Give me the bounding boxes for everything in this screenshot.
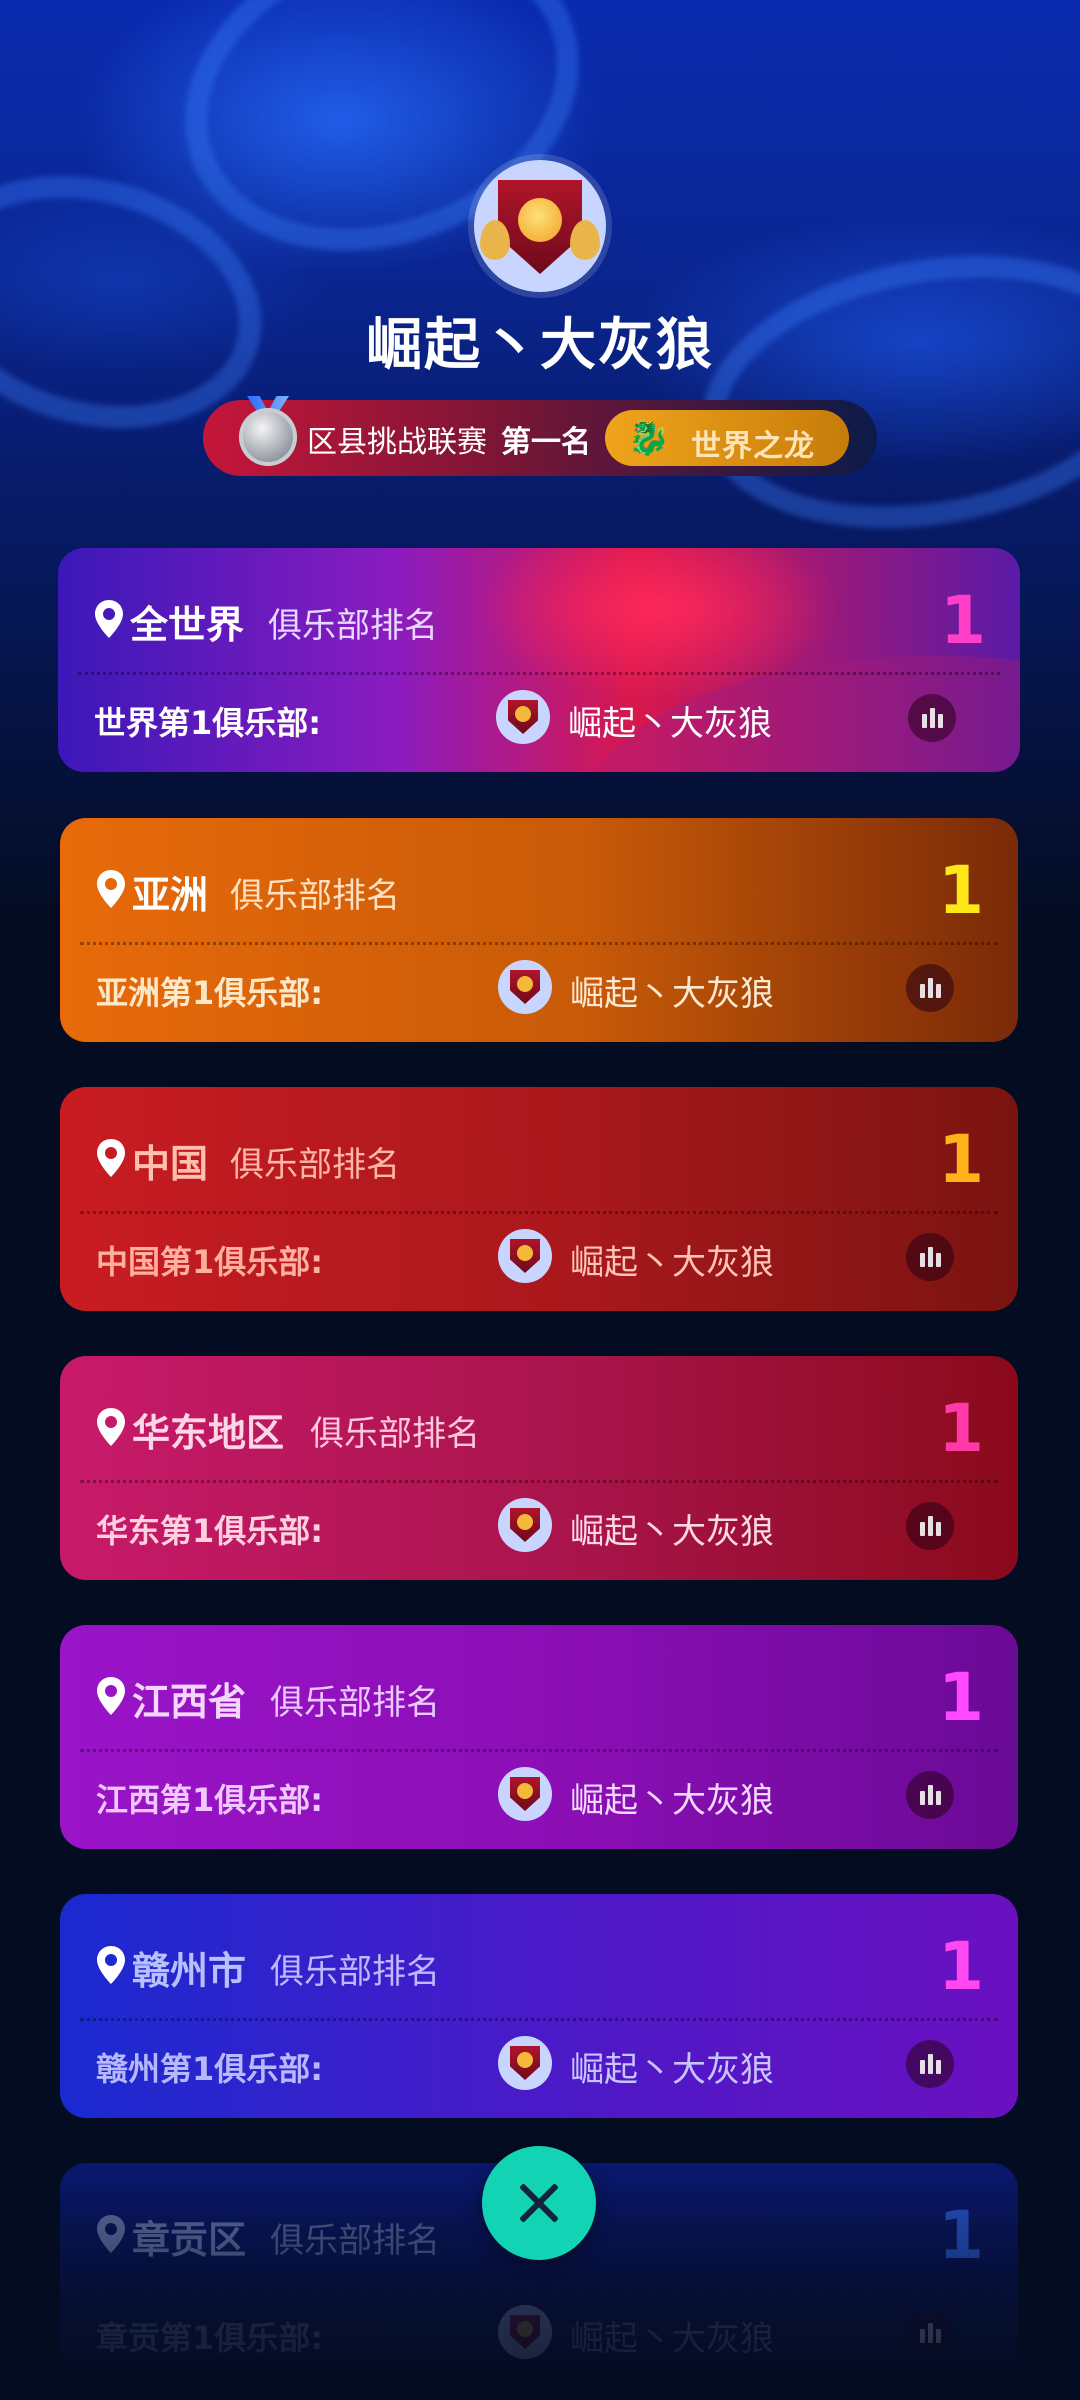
region-subtitle: 俱乐部排名 — [270, 1952, 440, 1992]
region-subtitle: 俱乐部排名 — [268, 606, 438, 646]
region-subtitle: 俱乐部排名 — [230, 1145, 400, 1185]
club-logo-icon — [498, 1767, 552, 1821]
club-logo-icon — [498, 2036, 552, 2090]
bar-chart-icon[interactable] — [908, 694, 956, 742]
club-name: 崛起丶大灰狼 — [570, 2050, 774, 2090]
club-logo-icon — [498, 1498, 552, 1552]
bar-chart-icon[interactable] — [906, 964, 954, 1012]
league-name: 区县挑战联赛 — [307, 425, 487, 460]
rank-label: 江西第1俱乐部: — [96, 1781, 324, 1819]
rank-number: 1 — [938, 1659, 984, 1736]
league-banner[interactable]: 区县挑战联赛 第一名 🐉 世界之龙 — [203, 396, 877, 476]
location-pin-icon — [97, 2215, 125, 2253]
rank-label: 华东第1俱乐部: — [96, 1512, 324, 1550]
divider — [80, 2287, 998, 2290]
club-logo-icon — [498, 960, 552, 1014]
region-name: 华东地区 — [132, 1411, 285, 1455]
location-pin-icon — [97, 1139, 125, 1177]
location-pin-icon — [97, 1408, 125, 1446]
close-icon[interactable] — [482, 2146, 596, 2260]
ranking-card-china[interactable]: 中国 俱乐部排名 1 中国第1俱乐部: 崛起丶大灰狼 — [60, 1087, 1018, 1311]
bar-chart-icon[interactable] — [906, 2040, 954, 2088]
lion-shield-icon[interactable] — [474, 160, 606, 292]
region-name: 全世界 — [130, 603, 245, 647]
rank-label: 亚洲第1俱乐部: — [96, 974, 324, 1012]
location-pin-icon — [97, 870, 125, 908]
club-name: 崛起丶大灰狼 — [570, 1512, 774, 1552]
bar-chart-icon[interactable] — [906, 1502, 954, 1550]
region-subtitle: 俱乐部排名 — [270, 2221, 440, 2261]
rank-number: 1 — [940, 582, 986, 659]
rank-number: 1 — [938, 1121, 984, 1198]
divider — [80, 1211, 998, 1214]
club-name: 崛起丶大灰狼 — [570, 974, 774, 1014]
divider — [80, 942, 998, 945]
league-rank: 第一名 — [501, 425, 591, 460]
club-name: 崛起丶大灰狼 — [570, 1781, 774, 1821]
bar-chart-icon[interactable] — [906, 1233, 954, 1281]
location-pin-icon — [97, 1946, 125, 1984]
divider — [80, 1749, 998, 1752]
club-logo-icon — [498, 1229, 552, 1283]
club-logo-icon — [498, 2305, 552, 2359]
region-name: 亚洲 — [132, 873, 209, 917]
title-badge-label: 世界之龙 — [691, 429, 815, 464]
ranking-card-world[interactable]: 全世界 俱乐部排名 1 世界第1俱乐部: 崛起丶大灰狼 — [58, 548, 1020, 772]
club-name: 崛起丶大灰狼 — [568, 704, 772, 744]
rank-label: 赣州第1俱乐部: — [96, 2050, 324, 2088]
club-name: 崛起丶大灰狼 — [366, 313, 714, 378]
rank-number: 1 — [938, 852, 984, 929]
club-logo-icon — [496, 690, 550, 744]
rank-number: 1 — [938, 1390, 984, 1467]
region-subtitle: 俱乐部排名 — [230, 876, 400, 916]
location-pin-icon — [97, 1677, 125, 1715]
title-badge[interactable]: 🐉 世界之龙 — [605, 410, 849, 466]
divider — [80, 1480, 998, 1483]
divider — [78, 672, 1000, 675]
region-name: 赣州市 — [132, 1949, 247, 1993]
region-subtitle: 俱乐部排名 — [310, 1414, 480, 1454]
ranking-card-ganzhou[interactable]: 赣州市 俱乐部排名 1 赣州第1俱乐部: 崛起丶大灰狼 — [60, 1894, 1018, 2118]
rank-number: 1 — [938, 1928, 984, 2005]
silver-medal-icon — [239, 408, 297, 466]
region-name: 江西省 — [132, 1680, 247, 1724]
rank-label: 中国第1俱乐部: — [96, 1243, 324, 1281]
location-pin-icon — [95, 600, 123, 638]
club-name: 崛起丶大灰狼 — [570, 1243, 774, 1283]
bar-chart-icon[interactable] — [906, 1771, 954, 1819]
bar-chart-icon[interactable] — [906, 2309, 954, 2357]
dragon-icon: 🐉 — [627, 418, 671, 458]
rank-label: 章贡第1俱乐部: — [96, 2319, 324, 2357]
club-name: 崛起丶大灰狼 — [570, 2319, 774, 2359]
ranking-card-asia[interactable]: 亚洲 俱乐部排名 1 亚洲第1俱乐部: 崛起丶大灰狼 — [60, 818, 1018, 1042]
ranking-card-jiangxi[interactable]: 江西省 俱乐部排名 1 江西第1俱乐部: 崛起丶大灰狼 — [60, 1625, 1018, 1849]
ranking-card-east-china[interactable]: 华东地区 俱乐部排名 1 华东第1俱乐部: 崛起丶大灰狼 — [60, 1356, 1018, 1580]
divider — [80, 2018, 998, 2021]
region-name: 章贡区 — [132, 2218, 247, 2262]
rank-label: 世界第1俱乐部: — [94, 704, 322, 742]
region-name: 中国 — [132, 1142, 209, 1186]
region-subtitle: 俱乐部排名 — [270, 1683, 440, 1723]
rank-number: 1 — [938, 2197, 984, 2274]
